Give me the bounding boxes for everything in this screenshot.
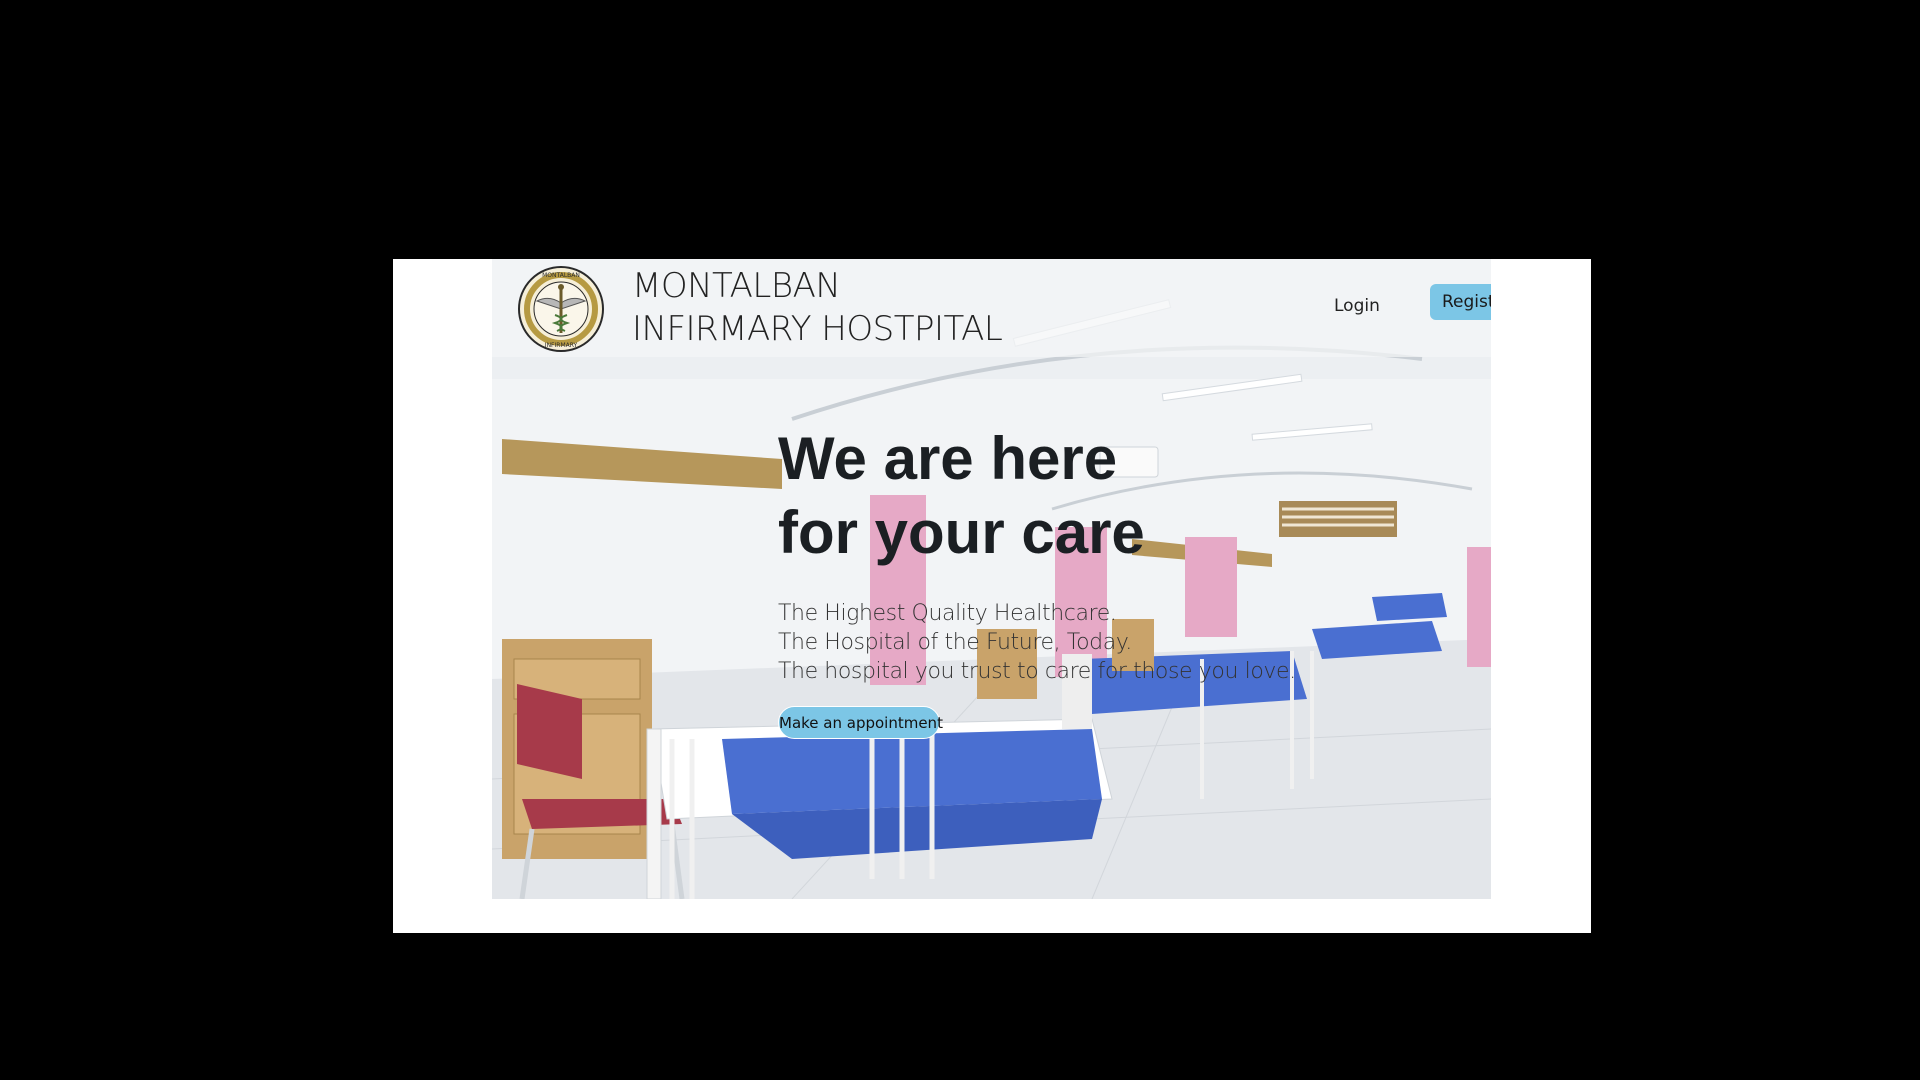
login-button[interactable]: Login xyxy=(1320,286,1394,326)
tagline-3: The hospital you trust to care for those… xyxy=(778,659,1296,684)
tagline-1: The Highest Quality Healthcare. xyxy=(778,601,1117,626)
brand-name-line1: MONTALBAN xyxy=(632,266,841,306)
tagline-2: The Hospital of the Future, Today. xyxy=(778,630,1132,655)
hero-section: MONTALBAN INFIRMARY MONTALBAN INFIRMARY … xyxy=(492,259,1491,899)
make-appointment-button[interactable]: Make an appointment xyxy=(778,706,943,739)
register-button[interactable]: Register xyxy=(1430,284,1491,320)
hero-headline-line2: for your care xyxy=(778,499,1145,566)
hero-headline-line1: We are here xyxy=(778,425,1118,492)
hero-taglines: The Highest Quality Healthcare. The Hosp… xyxy=(778,599,1296,686)
hospital-logo: MONTALBAN INFIRMARY xyxy=(518,266,604,352)
slide-frame: MONTALBAN INFIRMARY MONTALBAN INFIRMARY … xyxy=(393,259,1591,933)
svg-text:INFIRMARY: INFIRMARY xyxy=(545,342,578,349)
svg-text:MONTALBAN: MONTALBAN xyxy=(542,272,580,279)
brand-name-line2: INFIRMARY HOSTPITAL xyxy=(632,309,1003,349)
brand-name: MONTALBAN INFIRMARY HOSTPITAL xyxy=(632,265,1003,351)
hero-headline: We are here for your care xyxy=(778,422,1145,570)
